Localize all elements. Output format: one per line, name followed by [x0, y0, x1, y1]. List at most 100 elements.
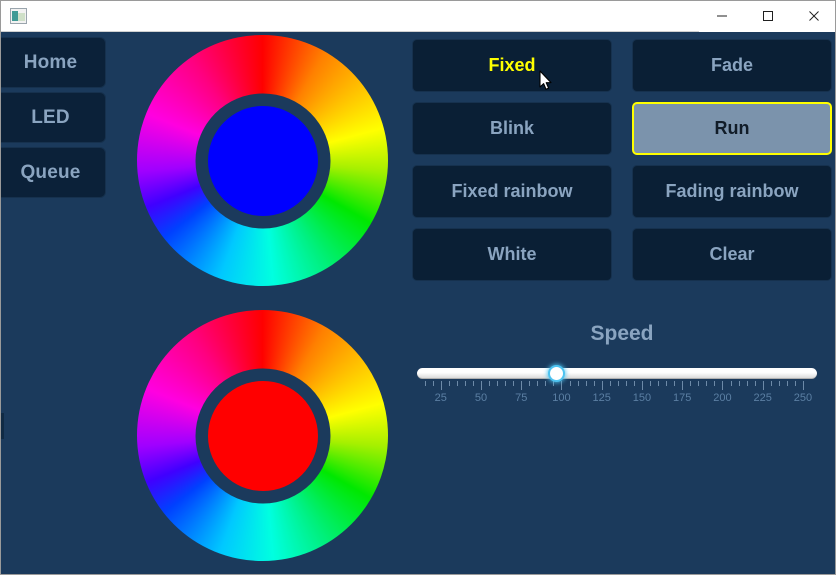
- sidebar-item-label: Queue: [20, 161, 81, 183]
- tick-minor: [617, 381, 619, 386]
- app-window-icon: [10, 8, 27, 24]
- sidebar-item-label: Home: [23, 51, 78, 73]
- tick-minor: [577, 381, 579, 386]
- sidebar-item-label: LED: [31, 106, 70, 128]
- tick-minor: [778, 381, 780, 386]
- tick-label: 100: [552, 392, 571, 404]
- mode-button-run[interactable]: Run: [632, 102, 832, 155]
- mode-button-label: White: [487, 244, 537, 264]
- tick-minor: [666, 381, 668, 386]
- tick-label: 150: [632, 392, 652, 404]
- tick-minor: [633, 381, 635, 386]
- sidebar-item-queue[interactable]: Queue: [1, 147, 106, 198]
- speed-slider-tick-labels: 25 50 75 100 125 150 175 200 225 250: [417, 392, 817, 406]
- tick-minor: [432, 381, 434, 386]
- tick-minor: [472, 381, 474, 386]
- tick-minor: [738, 381, 740, 386]
- mode-button-fade[interactable]: Fade: [632, 39, 832, 92]
- tick-minor: [448, 381, 450, 386]
- app-content: Home LED Queue Fixed Fade Blink Run Fixe…: [1, 32, 835, 574]
- sidebar-nav: Home LED Queue: [1, 37, 106, 202]
- speed-slider-ticks: [417, 381, 817, 390]
- tick-label: 125: [592, 392, 611, 404]
- tick-minor: [456, 381, 458, 386]
- sidebar-item-home[interactable]: Home: [1, 37, 106, 88]
- tick-minor: [706, 381, 708, 386]
- tick-label: 75: [515, 392, 528, 404]
- tick-major: [561, 381, 563, 390]
- tick-major: [762, 381, 764, 390]
- tick-minor: [537, 381, 539, 386]
- tick-minor: [698, 381, 700, 386]
- tick-major: [722, 381, 724, 390]
- tick-minor: [609, 381, 611, 386]
- tick-major: [521, 381, 523, 390]
- tick-minor: [593, 381, 595, 386]
- mode-button-fixed-rainbow[interactable]: Fixed rainbow: [412, 165, 612, 218]
- mode-button-grid: Fixed Fade Blink Run Fixed rainbow Fadin…: [412, 39, 832, 281]
- mode-button-white[interactable]: White: [412, 228, 612, 281]
- mode-button-clear[interactable]: Clear: [632, 228, 832, 281]
- tick-minor: [625, 381, 627, 386]
- tick-minor: [513, 381, 515, 386]
- mode-button-blink[interactable]: Blink: [412, 102, 612, 155]
- tick-minor: [505, 381, 507, 386]
- tick-minor: [464, 381, 466, 386]
- tick-minor: [569, 381, 571, 386]
- mode-button-label: Fade: [710, 55, 753, 75]
- tick-minor: [786, 381, 788, 386]
- window-controls: [699, 1, 835, 32]
- tick-minor: [730, 381, 732, 386]
- tick-major: [682, 381, 684, 390]
- tick-major: [480, 381, 482, 390]
- tick-major: [601, 381, 603, 390]
- mode-button-label: Clear: [709, 244, 755, 264]
- speed-slider[interactable]: 25 50 75 100 125 150 175 200 225 250: [417, 365, 817, 406]
- primary-color-wheel[interactable]: [137, 35, 388, 286]
- speed-title: Speed: [590, 322, 654, 345]
- tick-minor: [794, 381, 796, 386]
- close-icon[interactable]: [791, 1, 835, 32]
- secondary-color-wheel[interactable]: [137, 310, 388, 561]
- tick-minor: [545, 381, 547, 386]
- sidebar-item-led[interactable]: LED: [1, 92, 106, 143]
- tick-minor: [529, 381, 531, 386]
- tick-major: [802, 381, 804, 390]
- speed-slider-track[interactable]: [417, 368, 817, 379]
- tick-label: 25: [434, 392, 447, 404]
- mode-button-label: Blink: [489, 118, 534, 138]
- tick-major: [641, 381, 643, 390]
- mode-button-fixed[interactable]: Fixed: [412, 39, 612, 92]
- tick-minor: [585, 381, 587, 386]
- app-window: Home LED Queue Fixed Fade Blink Run Fixe…: [0, 0, 836, 575]
- tick-minor: [714, 381, 716, 386]
- tick-minor: [658, 381, 660, 386]
- title-bar: [1, 1, 835, 32]
- mode-button-label: Fading rainbow: [665, 181, 799, 201]
- maximize-icon[interactable]: [745, 1, 791, 32]
- mode-button-fading-rainbow[interactable]: Fading rainbow: [632, 165, 832, 218]
- tick-minor: [674, 381, 676, 386]
- tick-label: 250: [793, 392, 813, 404]
- secondary-color-swatch[interactable]: [207, 380, 318, 491]
- minimize-icon[interactable]: [699, 1, 745, 32]
- tick-label: 175: [673, 392, 692, 404]
- tick-minor: [650, 381, 651, 386]
- tick-major: [440, 381, 442, 390]
- mode-button-label: Run: [714, 118, 750, 138]
- tick-minor: [424, 381, 426, 386]
- left-edge-marker: [1, 413, 4, 439]
- tick-minor: [746, 381, 748, 386]
- primary-color-swatch[interactable]: [207, 105, 318, 216]
- tick-label: 225: [753, 392, 772, 404]
- speed-section: Speed 25 50 75 100 125 150 175 200 225 250: [412, 322, 832, 406]
- tick-label: 50: [474, 392, 488, 404]
- speed-slider-handle[interactable]: [548, 365, 566, 382]
- tick-label: 200: [713, 392, 732, 404]
- tick-minor: [770, 381, 772, 386]
- mode-button-label: Fixed: [488, 55, 536, 75]
- tick-minor: [497, 381, 499, 386]
- tick-minor: [489, 381, 490, 386]
- tick-minor: [754, 381, 756, 386]
- mode-button-label: Fixed rainbow: [451, 181, 573, 201]
